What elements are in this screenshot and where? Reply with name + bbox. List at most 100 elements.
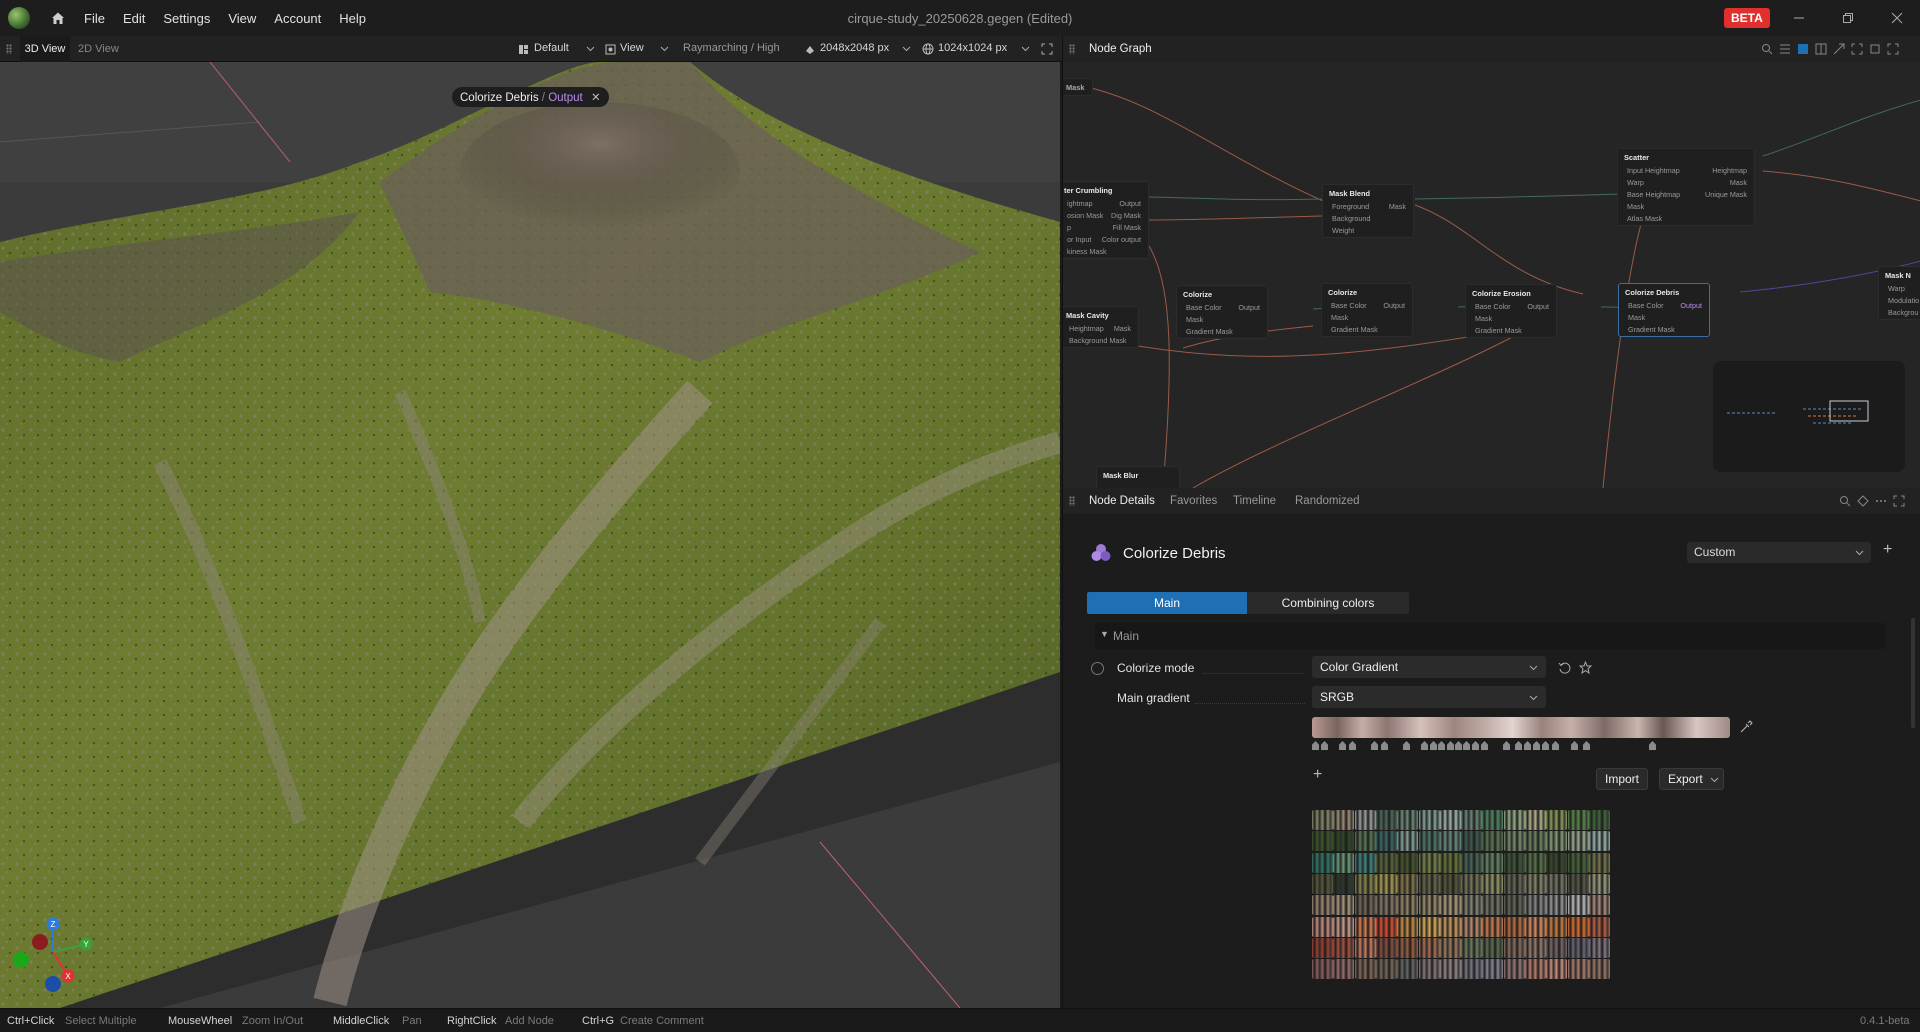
gradient-preset-swatch[interactable] [1397,873,1419,894]
node-colorize-erosion[interactable]: Colorize Erosion Base Color Output Mask G… [1465,284,1557,338]
layout-dropdown[interactable]: Default [534,42,569,54]
port-out[interactable]: Output [1119,199,1141,208]
gradient-preset-swatch[interactable] [1525,873,1546,894]
port-in[interactable]: Mask [1186,315,1203,324]
gradient-preset-swatch[interactable] [1375,895,1397,916]
view-dropdown[interactable]: View [620,42,644,54]
port-out[interactable]: Output [1238,303,1260,312]
menu-settings[interactable]: Settings [163,11,210,26]
gradient-preset-swatch[interactable] [1546,916,1568,937]
drag-handle-icon[interactable] [6,44,12,54]
gradient-preset-swatch[interactable] [1354,873,1376,894]
gradient-preset-swatch[interactable] [1482,852,1504,873]
gradient-stop-handle[interactable] [1515,741,1522,750]
port-in[interactable]: Base Color [1628,301,1664,310]
gradient-preset-swatch[interactable] [1567,895,1589,916]
gradient-preset-swatch[interactable] [1525,852,1546,873]
preview-resolution-dropdown[interactable]: 1024x1024 px [938,42,1007,54]
port-out[interactable]: Unique Mask [1705,190,1747,199]
port-in[interactable]: Warp [1888,284,1905,293]
gradient-preset-swatch[interactable] [1567,959,1589,980]
gradient-preset-swatch[interactable] [1439,831,1461,852]
gradient-preset-swatch[interactable] [1333,937,1355,958]
preset-dropdown[interactable]: Custom [1687,542,1871,563]
port-in[interactable]: Mask [1627,202,1644,211]
import-button[interactable]: Import [1596,768,1649,790]
port-in[interactable]: Gradient Mask [1628,325,1675,334]
gradient-stop-handle[interactable] [1349,741,1356,750]
gradient-preset-swatch[interactable] [1546,895,1568,916]
port-in[interactable]: Foreground [1332,202,1369,211]
port-out[interactable]: Output [1680,301,1702,310]
gradient-preset-swatch[interactable] [1567,810,1589,830]
gradient-preset-swatch[interactable] [1546,959,1568,980]
port-in[interactable]: Modulatio [1888,296,1919,305]
port-in[interactable]: kiness Mask [1067,247,1107,256]
menu-account[interactable]: Account [274,11,321,26]
resolution-dropdown[interactable]: 2048x2048 px [820,42,889,54]
port-in[interactable]: Mask [1331,313,1348,322]
node-colorize-debris[interactable]: Colorize Debris Base Color Output Mask Gr… [1618,283,1710,337]
gradient-preset-swatch[interactable] [1397,916,1419,937]
section-main-header[interactable]: ▼ Main [1095,623,1885,649]
node-graph-minimap[interactable] [1713,361,1905,472]
port-in[interactable]: Input Heightmap [1627,166,1680,175]
gradient-stop-handle[interactable] [1583,741,1590,750]
node-scatter[interactable]: Scatter Input Heightmap Heightmap Warp Mas… [1617,148,1755,226]
tab-combining-colors[interactable]: Combining colors [1247,592,1409,614]
port-in[interactable]: Gradient Mask [1331,325,1378,334]
gradient-stop-handle[interactable] [1455,741,1462,750]
gradient-stop-handle[interactable] [1472,741,1479,750]
close-window-button[interactable] [1882,6,1912,30]
gradient-preset-swatch[interactable] [1525,937,1546,958]
gradient-stop-handle[interactable] [1339,741,1346,750]
tab-main[interactable]: Main [1087,592,1247,614]
port-in[interactable]: p [1067,223,1071,232]
gradient-preset-swatch[interactable] [1418,873,1440,894]
node-mask-blend[interactable]: Mask Blend Foreground Mask Background Wei… [1322,184,1414,238]
gradient-preset-swatch[interactable] [1525,895,1546,916]
gradient-preset-swatch[interactable] [1418,916,1440,937]
colorize-mode-radio[interactable] [1091,662,1104,675]
node-graph-panel[interactable]: Node Graph Mask ter Crumbling ightmap Out… [1062,36,1920,488]
port-in[interactable]: Backgrou [1888,308,1918,317]
gradient-preset-swatch[interactable] [1546,852,1568,873]
gradient-preset-swatch[interactable] [1567,831,1589,852]
search-icon[interactable] [1839,495,1851,507]
gradient-preset-swatch[interactable] [1354,831,1376,852]
render-mode-label[interactable]: Raymarching / High [683,42,780,54]
maximize-button[interactable] [1833,6,1863,30]
gradient-preset-swatch[interactable] [1397,959,1419,980]
gradient-preset-swatch[interactable] [1333,959,1355,980]
gradient-preset-swatch[interactable] [1375,916,1397,937]
gradient-preset-swatch[interactable] [1354,937,1376,958]
drag-handle-icon[interactable] [1069,496,1075,506]
expand-icon[interactable] [1893,495,1905,507]
port-in[interactable]: Heightmap [1069,324,1104,333]
port-in[interactable]: Mask [1475,314,1492,323]
gradient-preset-swatch[interactable] [1375,959,1397,980]
reset-icon[interactable] [1558,661,1571,674]
fullscreen-icon[interactable] [1041,43,1053,55]
gradient-preset-swatch[interactable] [1375,852,1397,873]
tab-randomized[interactable]: Randomized [1295,495,1360,507]
gradient-preset-swatch[interactable] [1418,895,1440,916]
gradient-stop-handle[interactable] [1481,741,1488,750]
gradient-colorspace-select[interactable]: SRGB [1312,686,1546,708]
minimize-button[interactable] [1784,6,1814,30]
gradient-preset-swatch[interactable] [1588,895,1610,916]
gradient-preset-swatch[interactable] [1588,873,1610,894]
gradient-preset-swatch[interactable] [1503,873,1525,894]
port-out[interactable]: Output [1383,301,1405,310]
gradient-preset-swatch[interactable] [1312,873,1333,894]
gradient-preset-swatch[interactable] [1312,852,1333,873]
gradient-preset-swatch[interactable] [1503,959,1525,980]
gradient-preset-swatch[interactable] [1503,810,1525,830]
axis-gizmo[interactable]: Z Y X [8,912,98,1002]
node-mask[interactable]: Mask [1063,78,1093,96]
gradient-preset-swatch[interactable] [1546,873,1568,894]
port-out[interactable]: Color output [1102,235,1141,244]
star-icon[interactable] [1579,661,1592,674]
gradient-preset-swatch[interactable] [1482,937,1504,958]
port-out[interactable]: Fill Mask [1113,223,1141,232]
